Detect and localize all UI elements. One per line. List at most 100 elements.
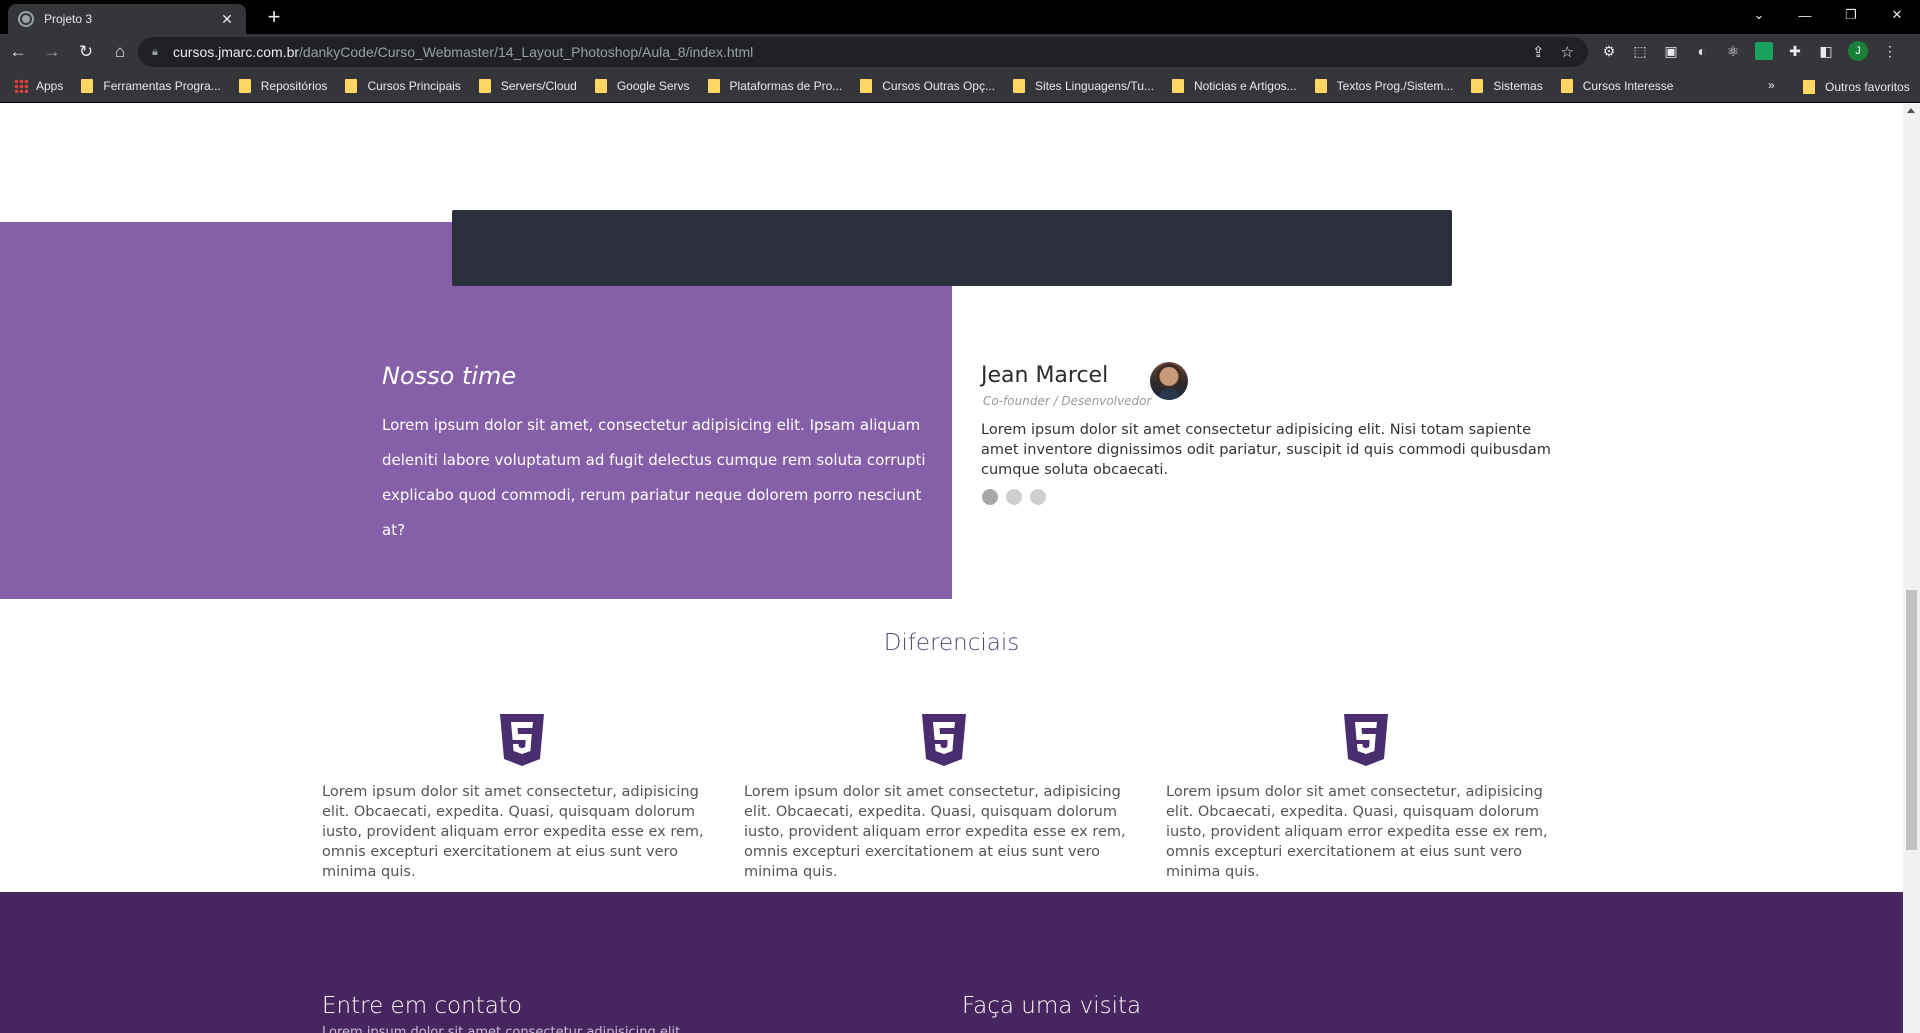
extension-react-icon[interactable]: ⚛ [1724,42,1742,60]
other-bookmarks-folder[interactable]: Outros favoritos [1803,70,1910,103]
other-bookmarks-label: Outros favoritos [1825,79,1910,94]
bookmark-apps[interactable]: Apps [14,79,63,93]
bookmark-label: Sites Linguagens/Tu... [1034,79,1154,93]
tab-strip: Projeto 3 ✕ + ⌄ — ❐ ✕ [0,0,1920,34]
html5-icon [500,714,544,766]
folder-icon [1471,79,1484,93]
profile-avatar[interactable]: J [1848,41,1868,61]
page-viewport: Nosso time Lorem ipsum dolor sit amet, c… [0,104,1920,1033]
scroll-up-arrow-icon[interactable] [1907,108,1915,113]
bookmark-folder[interactable]: Ferramentas Progra... [81,79,221,93]
bookmark-label: Google Servs [616,79,690,93]
diferencial-text: Lorem ipsum dolor sit amet consectetur, … [322,784,704,880]
window-controls: ⌄ — ❐ ✕ [1736,0,1920,30]
scrollbar-thumb[interactable] [1906,590,1917,850]
page-scrollbar[interactable] [1903,104,1920,1033]
apps-grid-icon [14,79,28,93]
folder-icon [707,79,720,93]
back-icon[interactable]: ← [2,36,34,68]
new-tab-button[interactable]: + [262,6,286,28]
diferencial-item: Lorem ipsum dolor sit amet consectetur, … [322,714,722,882]
tab-title: Projeto 3 [44,12,93,26]
bookmarks-bar: Apps Ferramentas Progra... Repositórios … [0,70,1920,103]
minimize-button[interactable]: — [1782,0,1828,30]
menu-kebab-icon[interactable]: ⋮ [1881,42,1899,60]
lock-icon: 🔒︎ [152,46,158,58]
contact-subtitle: Lorem ipsum dolor sit amet consectetur a… [322,1025,685,1033]
restore-button[interactable]: ❐ [1828,0,1874,30]
folder-icon [1012,79,1025,93]
diferenciais-title: Diferenciais [883,630,1020,656]
bookmark-label: Plataformas de Pro... [729,79,843,93]
bookmark-folder[interactable]: Plataformas de Pro... [707,79,843,93]
member-avatar [1150,362,1188,400]
close-window-button[interactable]: ✕ [1874,0,1920,30]
visit-title: Faça uma visita [962,993,1142,1019]
bookmark-star-icon[interactable]: ☆ [1561,43,1574,61]
bookmark-folder[interactable]: Sistemas [1471,79,1543,93]
team-title: Nosso time [382,362,517,390]
bookmark-folder[interactable]: Sites Linguagens/Tu... [1012,79,1154,93]
member-name: Jean Marcel [981,363,1109,388]
diferencial-text: Lorem ipsum dolor sit amet consectetur, … [1166,784,1548,880]
folder-icon [860,79,873,93]
extension-circle-icon[interactable]: ◐ [1693,42,1711,60]
address-bar[interactable]: 🔒︎ cursos.jmarc.com.br /dankyCode/Curso_… [138,37,1588,67]
bookmark-folder[interactable]: Cursos Principais [345,79,461,93]
contact-title: Entre em contato [322,993,522,1019]
side-panel-icon[interactable]: ◧ [1817,42,1835,60]
html5-icon [922,714,966,766]
html5-icon [1344,714,1388,766]
folder-icon [238,79,251,93]
bookmark-folder[interactable]: Textos Prog./Sistem... [1314,79,1454,93]
bookmark-label: Cursos Outras Opç... [882,79,995,93]
extension-gear-icon[interactable]: ⚙ [1600,42,1618,60]
globe-icon [18,11,34,27]
share-icon[interactable]: ⇪ [1532,43,1545,61]
bookmark-label: Cursos Interesse [1582,79,1674,93]
bookmarks-overflow-button[interactable]: » [1768,78,1775,92]
team-description: Lorem ipsum dolor sit amet, consectetur … [382,416,926,539]
bookmark-label: Repositórios [260,79,328,93]
home-icon[interactable]: ⌂ [104,36,136,68]
forward-icon[interactable]: → [36,36,68,68]
bookmark-folder[interactable]: Cursos Outras Opç... [860,79,995,93]
bookmark-folder[interactable]: Cursos Interesse [1560,79,1674,93]
browser-tab[interactable]: Projeto 3 ✕ [8,4,246,34]
folder-icon [1560,79,1573,93]
folder-icon [345,79,358,93]
url-host: cursos.jmarc.com.br [173,44,300,60]
extension-green-icon[interactable] [1755,42,1773,60]
bookmark-label: Apps [36,79,64,93]
folder-icon [1171,79,1184,93]
url-path: /dankyCode/Curso_Webmaster/14_Layout_Pho… [299,44,754,60]
diferencial-item: Lorem ipsum dolor sit amet consectetur, … [744,714,1144,882]
bookmark-label: Cursos Principais [367,79,461,93]
browser-toolbar: ← → ↻ ⌂ 🔒︎ cursos.jmarc.com.br /dankyCod… [0,34,1920,70]
bookmark-label: Textos Prog./Sistem... [1336,79,1454,93]
folder-icon [81,79,94,93]
close-tab-icon[interactable]: ✕ [218,11,236,28]
footer-section [0,892,1903,1033]
bookmark-folder[interactable]: Noticias e Artigos... [1171,79,1297,93]
bookmark-folder[interactable]: Google Servs [594,79,690,93]
folder-icon [1803,79,1815,94]
reload-icon[interactable]: ↻ [70,36,102,68]
slider-dot[interactable] [1006,489,1022,505]
diferencial-text: Lorem ipsum dolor sit amet consectetur, … [744,784,1126,880]
bookmark-folder[interactable]: Servers/Cloud [478,79,577,93]
bookmark-label: Servers/Cloud [500,79,577,93]
extension-screenshot-icon[interactable]: ⬚ [1631,42,1649,60]
extensions-area: ⚙ ⬚ ▣ ◐ ⚛ ✚ ◧ J ⋮ [1600,41,1899,61]
folder-icon [1314,79,1327,93]
bookmark-folder[interactable]: Repositórios [238,79,328,93]
extension-blue-icon[interactable]: ▣ [1662,42,1680,60]
slider-dot[interactable] [982,489,998,505]
extensions-puzzle-icon[interactable]: ✚ [1786,42,1804,60]
tab-search-button[interactable]: ⌄ [1736,0,1782,30]
bookmark-label: Noticias e Artigos... [1193,79,1297,93]
slider-dots [982,489,1046,505]
diferencial-item: Lorem ipsum dolor sit amet consectetur, … [1166,714,1566,882]
dark-banner [452,210,1452,286]
slider-dot[interactable] [1030,489,1046,505]
